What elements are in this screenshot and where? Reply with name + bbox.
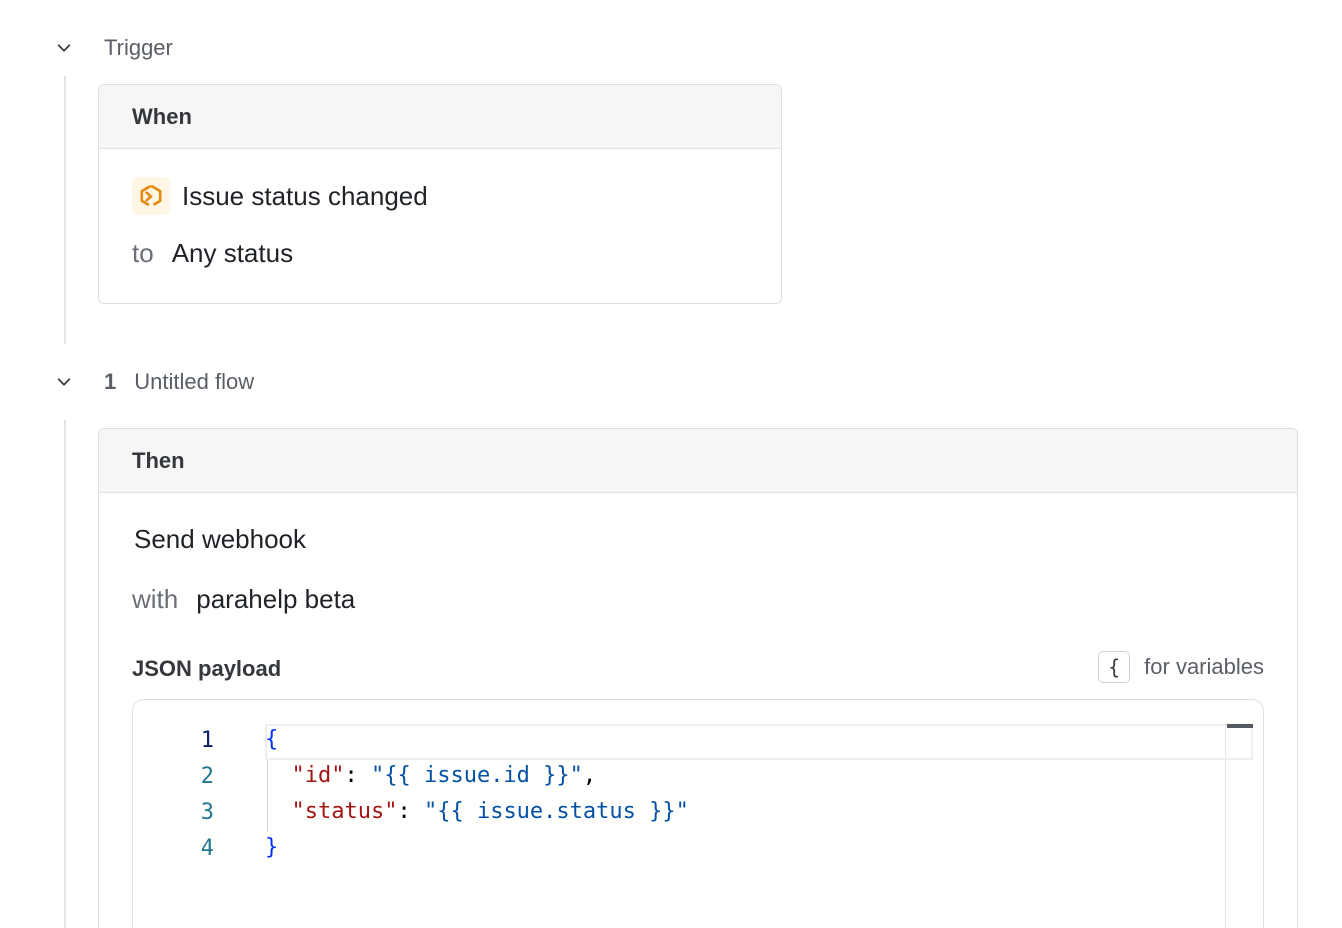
code-token-str: "{{ issue.status }}" (423, 799, 689, 824)
code-token-punct: : (344, 763, 371, 788)
collapse-flow-chevron-icon[interactable] (54, 372, 74, 392)
line-number-gutter: 1 2 3 4 (133, 700, 243, 928)
code-token-brace: { (265, 727, 279, 752)
issue-status-icon (132, 177, 170, 215)
condition-prefix: to (132, 238, 154, 268)
line-number: 4 (200, 836, 214, 861)
action-label: Send webhook (134, 524, 307, 554)
code-token-punct: : (397, 799, 424, 824)
code-token-punct (265, 763, 292, 788)
collapse-trigger-chevron-icon[interactable] (54, 38, 74, 58)
workflow-editor: Trigger When Issue status changed to Any… (0, 0, 1342, 928)
code-line[interactable]: "id": "{{ issue.id }}", (265, 763, 597, 788)
json-payload-editor[interactable]: 1 2 3 4 { "id": "{{ issue.id }}", "statu… (132, 699, 1264, 928)
trigger-section-title: Trigger (104, 35, 173, 60)
with-prefix: with (132, 584, 179, 614)
trigger-event-row[interactable]: Issue status changed (132, 177, 428, 215)
trigger-section-header[interactable]: Trigger (104, 30, 173, 66)
overview-ruler-cursor (1227, 724, 1253, 728)
code-token-punct (265, 799, 292, 824)
action-card[interactable]: Then Send webhook with parahelp beta JSO… (98, 428, 1298, 928)
code-token-key: "status" (291, 799, 398, 824)
variables-hint: { for variables (1098, 651, 1264, 683)
trigger-condition-row[interactable]: to Any status (132, 238, 293, 269)
flow-section-header[interactable]: 1 Untitled flow (104, 364, 254, 400)
brace-key-icon: { (1098, 651, 1131, 683)
variables-hint-text: for variables (1144, 654, 1264, 679)
webhook-target-row[interactable]: with parahelp beta (132, 584, 355, 615)
action-row[interactable]: Send webhook (134, 524, 306, 555)
flow-title[interactable]: Untitled flow (134, 369, 254, 395)
flow-number: 1 (104, 369, 117, 394)
trigger-card-header: When (99, 85, 781, 149)
webhook-target-value[interactable]: parahelp beta (196, 584, 355, 615)
flow-connector-line (64, 420, 66, 928)
code-line[interactable]: "status": "{{ issue.status }}" (265, 799, 689, 824)
trigger-connector-line (64, 76, 66, 344)
code-line[interactable]: { (265, 727, 278, 752)
code-token-key: "id" (291, 763, 345, 788)
trigger-event-label: Issue status changed (182, 180, 428, 211)
condition-value[interactable]: Any status (172, 238, 293, 269)
line-number: 1 (200, 728, 214, 753)
action-card-header: Then (99, 429, 1297, 493)
code-token-punct: , (582, 763, 597, 788)
line-number: 3 (200, 800, 214, 825)
code-token-str: "{{ issue.id }}" (370, 763, 583, 788)
json-payload-label: JSON payload (132, 656, 282, 681)
code-area[interactable]: { "id": "{{ issue.id }}", "status": "{{ … (265, 727, 1215, 927)
trigger-card[interactable]: When Issue status changed to Any status (98, 84, 782, 304)
line-number: 2 (200, 764, 214, 789)
code-line[interactable]: } (265, 835, 278, 860)
vertical-scrollbar-track[interactable] (1225, 724, 1226, 928)
code-token-brace: } (265, 835, 279, 860)
